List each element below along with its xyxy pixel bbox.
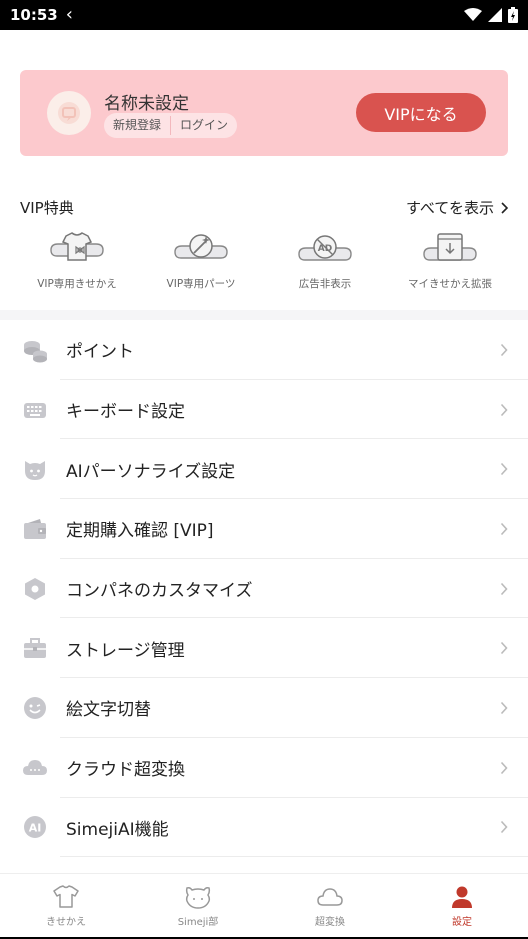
profile-card[interactable]: 名称未設定 新規登録 ログイン VIPになる [20, 70, 508, 156]
section-divider [0, 310, 528, 320]
menu-item-storage[interactable]: ストレージ管理 [0, 618, 528, 678]
svg-text:AI: AI [29, 822, 42, 835]
profile-name: 名称未設定 [104, 94, 189, 114]
avatar-placeholder-icon [58, 102, 80, 124]
menu-item-control-panel[interactable]: コンパネのカスタマイズ [0, 559, 528, 619]
become-vip-button[interactable]: VIPになる [356, 93, 486, 132]
chevron-right-icon [500, 463, 508, 476]
bear-face-icon [185, 887, 211, 909]
see-all-label: すべてを表示 [405, 199, 494, 217]
avatar[interactable] [47, 91, 91, 135]
see-all-link[interactable]: すべてを表示 [406, 197, 508, 218]
ad-block-icon: AD [298, 235, 352, 261]
status-icons [464, 7, 518, 23]
ai-badge-icon: AI [22, 814, 48, 840]
chevron-right-icon [500, 343, 508, 356]
menu-item-label: AIパーソナライズ設定 [66, 461, 236, 482]
menu-item-subscription[interactable]: 定期購入確認 [VIP] [0, 499, 528, 559]
menu-item-ai-personalize[interactable]: AIパーソナライズ設定 [0, 439, 528, 499]
bottom-navigation: きせかえ Simeji部 超変換 設定 [0, 873, 528, 937]
tab-simeji-club[interactable]: Simeji部 [132, 874, 264, 937]
menu-item-cloud-conversion[interactable]: クラウド超変換 [0, 738, 528, 798]
back-arrow-icon: ‹ [65, 4, 73, 25]
tshirt-icon [53, 885, 79, 908]
hexagon-icon [22, 576, 48, 602]
wallet-icon [22, 516, 48, 542]
cloud-icon [317, 888, 343, 906]
wifi-icon [464, 8, 482, 21]
benefit-label: 広告非表示 [298, 278, 352, 290]
login-link[interactable]: ログイン [171, 113, 237, 138]
menu-item-label: コンパネのカスタマイズ [66, 581, 253, 602]
briefcase-icon [22, 635, 48, 661]
menu-item-label: クラウド超変換 [66, 760, 185, 781]
menu-item-label: SimejiAI機能 [66, 819, 169, 840]
menu-item-simeji-ai[interactable]: AI SimejiAI機能 [0, 798, 528, 858]
benefit-item[interactable]: VIP専用きせかえ [11, 230, 143, 291]
coins-icon [22, 337, 48, 363]
benefit-label: VIP専用きせかえ [37, 278, 117, 290]
keyboard-icon [22, 397, 48, 423]
magic-wand-icon [174, 234, 228, 259]
menu-item-label: ストレージ管理 [66, 640, 185, 661]
menu-item-label: 絵文字切替 [66, 700, 151, 721]
tab-label: Simeji部 [177, 917, 219, 928]
chevron-right-icon [501, 201, 508, 214]
settings-menu: ポイント キーボード設定 AIパーソナライズ設定 定期購入確認 [VIP] コン… [0, 320, 528, 857]
battery-icon [508, 7, 518, 23]
status-time: 10:53 [10, 6, 58, 24]
chevron-right-icon [500, 821, 508, 834]
status-bar: 10:53 ‹ [0, 0, 528, 30]
chevron-right-icon [500, 522, 508, 535]
benefit-item[interactable]: マイきせかえ拡張 [384, 230, 516, 291]
chevron-right-icon [500, 761, 508, 774]
tshirt-bow-icon [50, 232, 104, 261]
chevron-right-icon [500, 701, 508, 715]
chevron-right-icon [500, 642, 508, 655]
benefit-label: マイきせかえ拡張 [408, 278, 492, 290]
vip-benefits-row: VIP専用きせかえ VIP専用パーツ AD 広告非表示 マイきせかえ拡張 [0, 230, 528, 300]
tab-super-conversion[interactable]: 超変換 [264, 874, 396, 937]
download-box-icon [423, 233, 477, 261]
tab-settings[interactable]: 設定 [396, 874, 528, 937]
tab-kisekae[interactable]: きせかえ [0, 874, 132, 937]
smiley-icon [22, 695, 48, 721]
tab-label: 超変換 [315, 917, 345, 928]
menu-item-emoji[interactable]: 絵文字切替 [0, 678, 528, 738]
cloud-icon [22, 755, 48, 781]
benefit-item[interactable]: VIP専用パーツ [135, 230, 267, 291]
tab-label: 設定 [452, 917, 472, 928]
benefit-label: VIP専用パーツ [166, 278, 236, 290]
vip-benefits-title: VIP特典 [20, 199, 74, 217]
person-icon [452, 886, 472, 908]
chevron-right-icon [500, 582, 508, 595]
signal-icon [488, 8, 502, 22]
benefit-item[interactable]: AD 広告非表示 [259, 230, 391, 291]
tab-label: きせかえ [46, 917, 86, 928]
menu-item-label: 定期購入確認 [VIP] [66, 521, 214, 542]
cat-face-icon [22, 456, 48, 482]
chevron-right-icon [500, 403, 508, 416]
menu-item-label: ポイント [66, 342, 134, 363]
menu-item-points[interactable]: ポイント [0, 320, 528, 380]
menu-item-label: キーボード設定 [66, 402, 185, 423]
menu-item-keyboard[interactable]: キーボード設定 [0, 380, 528, 440]
auth-pill: 新規登録 ログイン [104, 113, 238, 138]
register-link[interactable]: 新規登録 [104, 113, 170, 138]
